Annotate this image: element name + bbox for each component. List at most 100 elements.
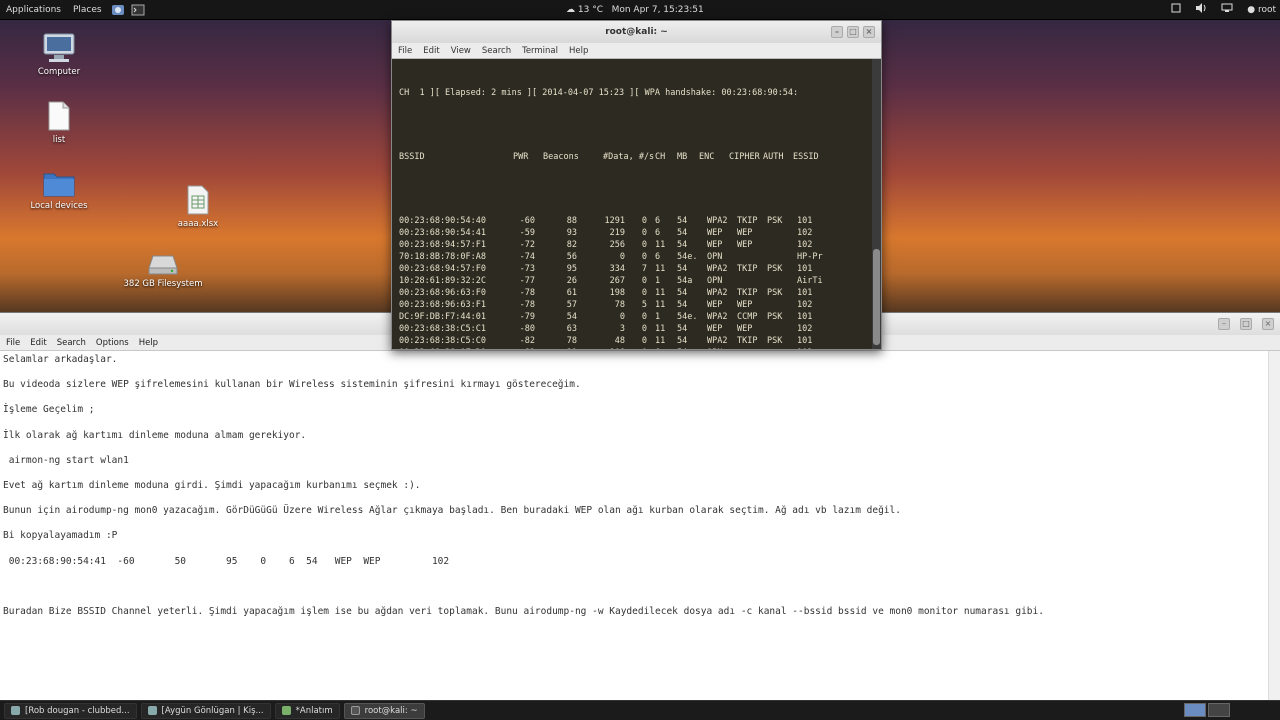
desktop-icon-label: Local devices	[30, 201, 88, 211]
workspace-2[interactable]	[1208, 703, 1230, 717]
editor-text-area[interactable]: Selamlar arkadaşlar. Bu videoda sizlere W…	[0, 351, 1268, 700]
ap-cell: 334	[609, 264, 625, 274]
editor-menu-file[interactable]: File	[6, 335, 20, 350]
editor-menu-options[interactable]: Options	[96, 335, 129, 350]
terminal-launcher-icon[interactable]	[131, 4, 145, 16]
ap-cell: 0	[641, 336, 647, 346]
ap-cell: 95	[566, 264, 577, 274]
ap-cell: 0	[641, 216, 647, 226]
browser-launcher-icon[interactable]	[111, 4, 125, 16]
desktop-icon-filesystem[interactable]: 382 GB Filesystem	[118, 254, 208, 289]
ap-cell: 11	[655, 264, 666, 274]
weather-icon: ☁	[566, 5, 575, 15]
ap-cell: WPA2	[707, 216, 728, 226]
task-terminal[interactable]: root@kali: ~	[343, 702, 425, 719]
file-icon	[48, 101, 70, 131]
ap-cell: OPN	[707, 347, 737, 349]
terminal-menu-help[interactable]: Help	[569, 43, 588, 58]
ap-cell: WEP	[707, 240, 723, 250]
maximize-icon[interactable]: □	[847, 26, 859, 38]
terminal-output[interactable]: CH 1 ][ Elapsed: 2 mins ][ 2014-04-07 15…	[392, 59, 873, 349]
ap-cell: 54	[677, 347, 707, 349]
desktop-icon-label: list	[52, 135, 66, 145]
places-menu[interactable]: Places	[67, 5, 108, 15]
ap-cell: 0	[641, 312, 647, 322]
close-icon[interactable]: ×	[863, 26, 875, 38]
ap-cell	[767, 227, 797, 239]
ap-cell: -74	[519, 252, 535, 262]
terminal-titlebar[interactable]: root@kali: ~ – □ ×	[392, 21, 881, 43]
ap-cell: 101	[797, 336, 813, 346]
ap-cell: 11	[655, 288, 666, 298]
drive-icon	[148, 255, 178, 275]
editor-scrollbar[interactable]	[1268, 351, 1280, 700]
ap-cell: TKIP	[737, 264, 758, 274]
user-icon: ●	[1247, 4, 1256, 15]
desktop-icon-local-devices[interactable]: Local devices	[14, 170, 104, 211]
ap-cell	[767, 275, 797, 287]
ap-cell: -60	[519, 216, 535, 226]
ap-cell: 6	[655, 228, 661, 238]
workspace-1[interactable]	[1184, 703, 1206, 717]
terminal-menu-file[interactable]: File	[398, 43, 412, 58]
ap-row: DC:9F:DB:F7:44:01 -79 54 0 0 1 54e. WPA2 CCMP PSK…	[399, 311, 873, 323]
window-icon[interactable]	[1171, 3, 1181, 16]
ap-cell: 00:23:68:94:57:F0	[399, 264, 486, 274]
desktop-icon-computer[interactable]: Computer	[14, 32, 104, 77]
clock-area[interactable]: ☁ 13 °C Mon Apr 7, 15:23:51	[566, 5, 704, 15]
terminal-menu-edit[interactable]: Edit	[423, 43, 439, 58]
volume-icon[interactable]	[1195, 3, 1207, 16]
editor-line: 00:23:68:90:54:41 -60 50 95 0 6 54 WEP W…	[3, 555, 450, 567]
top-panel: Applications Places ☁ 13 °C Mon Apr 7, 1…	[0, 0, 1280, 20]
ap-cell: 0	[619, 252, 625, 262]
editor-menu-edit[interactable]: Edit	[30, 335, 46, 350]
terminal-menu-view[interactable]: View	[451, 43, 471, 58]
ap-cell: WPA2	[707, 288, 728, 298]
desktop-icon-list[interactable]: list	[14, 100, 104, 145]
terminal-scrollbar[interactable]	[872, 59, 881, 349]
desktop-icon-aaaa-xlsx[interactable]: aaaa.xlsx	[153, 184, 243, 229]
ap-cell: PSK	[767, 264, 783, 274]
ap-row: 00:23:68:94:57:F0 -73 95 334 7 11 54 WPA2 TKIP PS…	[399, 263, 873, 275]
ap-header-cell: ENC	[699, 152, 715, 162]
user-menu[interactable]: ● root	[1247, 5, 1276, 15]
terminal-menu-search[interactable]: Search	[482, 43, 511, 58]
ap-cell: 78	[566, 336, 577, 346]
ap-cell	[737, 275, 767, 287]
editor-menu-search[interactable]: Search	[57, 335, 86, 350]
browser-task-icon	[147, 706, 157, 715]
terminal-menu-terminal[interactable]: Terminal	[522, 43, 558, 58]
editor-menu-help[interactable]: Help	[139, 335, 158, 350]
editor-line: Bi kopyalayamadım :P	[3, 530, 118, 542]
task-rob-dougan[interactable]: [Rob dougan - clubbed...	[4, 702, 137, 719]
terminal-task-icon	[350, 706, 360, 715]
task-aygun-gonlugan[interactable]: [Aygün Gönlügan | Kiş...	[140, 702, 271, 719]
system-tray: ● root	[1171, 3, 1276, 16]
task-anlatim[interactable]: *Anlatım	[274, 702, 340, 719]
close-icon[interactable]: ×	[1262, 318, 1274, 330]
task-label: root@kali: ~	[364, 705, 418, 716]
desktop-icon-label: aaaa.xlsx	[177, 219, 219, 229]
ap-cell: 54e.	[677, 312, 698, 322]
ap-cell: 00:23:68:96:63:F1	[399, 300, 486, 310]
editor-line: Buradan Bize BSSID Channel yeterli. Şimd…	[3, 605, 1044, 617]
applications-menu[interactable]: Applications	[0, 5, 67, 15]
task-label: [Aygün Gönlügan | Kiş...	[161, 705, 264, 716]
ap-cell: 61	[566, 288, 577, 298]
terminal-scroll-thumb[interactable]	[873, 249, 880, 345]
ap-cell: 11	[655, 336, 666, 346]
ap-cell: -77	[519, 276, 535, 286]
ap-cell: 3	[619, 324, 625, 334]
minimize-icon[interactable]: –	[831, 26, 843, 38]
network-icon[interactable]	[1221, 3, 1233, 16]
minimize-icon[interactable]: –	[1218, 318, 1230, 330]
maximize-icon[interactable]: □	[1240, 318, 1252, 330]
ap-cell: PSK	[767, 312, 783, 322]
desktop-icon-label: Computer	[37, 67, 81, 77]
ap-cell: TKIP	[737, 288, 758, 298]
editor-line: Bunun için airodump-ng mon0 yazacağım. G…	[3, 505, 901, 517]
task-label: *Anlatım	[295, 705, 333, 716]
ap-cell: 54e.	[677, 252, 698, 262]
